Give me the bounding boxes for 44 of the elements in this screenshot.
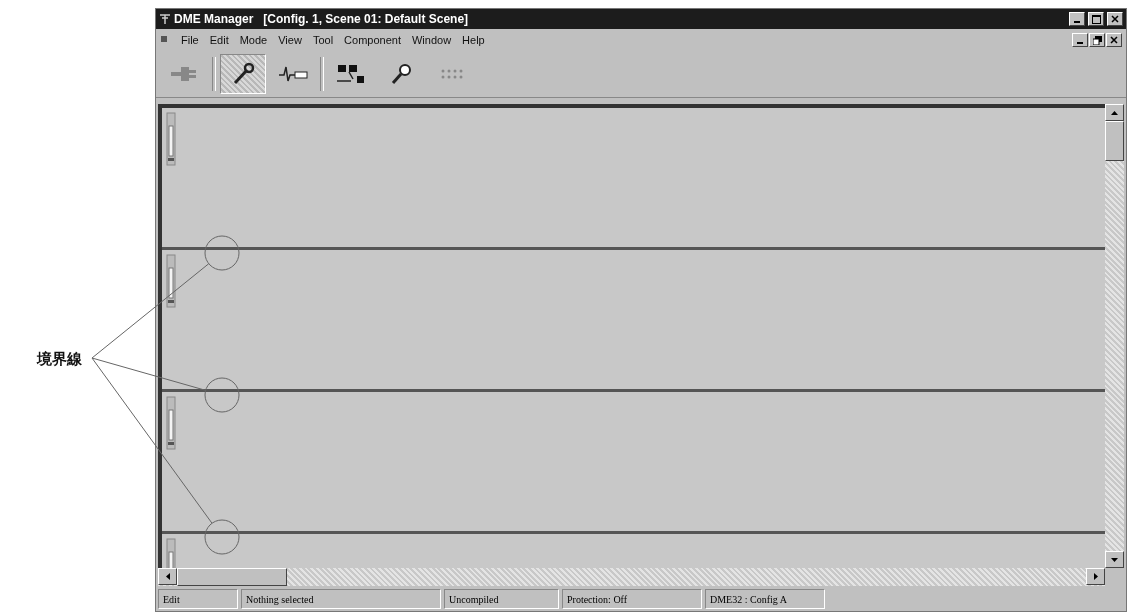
scroll-down-button[interactable] xyxy=(1105,551,1124,568)
menu-item[interactable]: Help xyxy=(462,34,485,46)
menu-item[interactable]: Tool xyxy=(312,34,334,46)
fader-icon xyxy=(166,396,176,450)
menu-item[interactable]: Edit xyxy=(209,34,229,46)
maximize-icon xyxy=(1091,14,1101,24)
maximize-button[interactable] xyxy=(1088,12,1104,26)
tool-button[interactable] xyxy=(220,54,266,94)
restore-button[interactable] xyxy=(1089,33,1105,47)
close-button[interactable] xyxy=(1106,33,1122,47)
menu-item[interactable]: Window xyxy=(411,34,452,46)
highlight-circle xyxy=(204,235,240,271)
close-icon xyxy=(1111,15,1119,23)
close-button[interactable] xyxy=(1107,12,1123,26)
menu-item[interactable]: View xyxy=(278,34,302,46)
status-field: Nothing selected xyxy=(241,589,441,609)
minimize-button[interactable] xyxy=(1072,33,1088,47)
status-field: Protection: Off xyxy=(562,589,702,609)
highlight-circle xyxy=(204,519,240,555)
menu-item[interactable]: Component xyxy=(344,34,401,46)
scroll-thumb[interactable] xyxy=(177,568,287,586)
status-field: Edit xyxy=(158,589,238,609)
status-field: DME32 : Config A xyxy=(705,589,825,609)
down-arrow-icon xyxy=(1111,557,1118,562)
fader-icon xyxy=(166,112,176,166)
status-field: Uncompiled xyxy=(444,589,559,609)
annotation-label: 境界線 xyxy=(37,349,82,369)
fader-icon xyxy=(166,254,176,308)
scroll-left-button[interactable] xyxy=(158,568,177,585)
scroll-right-button[interactable] xyxy=(1086,568,1105,585)
highlight-circle xyxy=(204,377,240,413)
scroll-thumb[interactable] xyxy=(1105,121,1124,161)
left-arrow-icon xyxy=(165,573,170,580)
document-icon[interactable] xyxy=(160,35,170,45)
menu-item[interactable]: Mode xyxy=(239,34,268,46)
right-arrow-icon xyxy=(1093,573,1098,580)
up-arrow-icon xyxy=(1111,110,1118,115)
menu-item[interactable]: File xyxy=(181,34,199,46)
window-title: DME Manager [Config. 1, Scene 01: Default Scene] xyxy=(174,12,470,26)
close-icon xyxy=(1110,36,1118,44)
scroll-up-button[interactable] xyxy=(1105,104,1124,121)
minimize-button[interactable] xyxy=(1069,12,1085,26)
restore-icon xyxy=(1092,35,1102,45)
app-icon xyxy=(159,13,171,25)
